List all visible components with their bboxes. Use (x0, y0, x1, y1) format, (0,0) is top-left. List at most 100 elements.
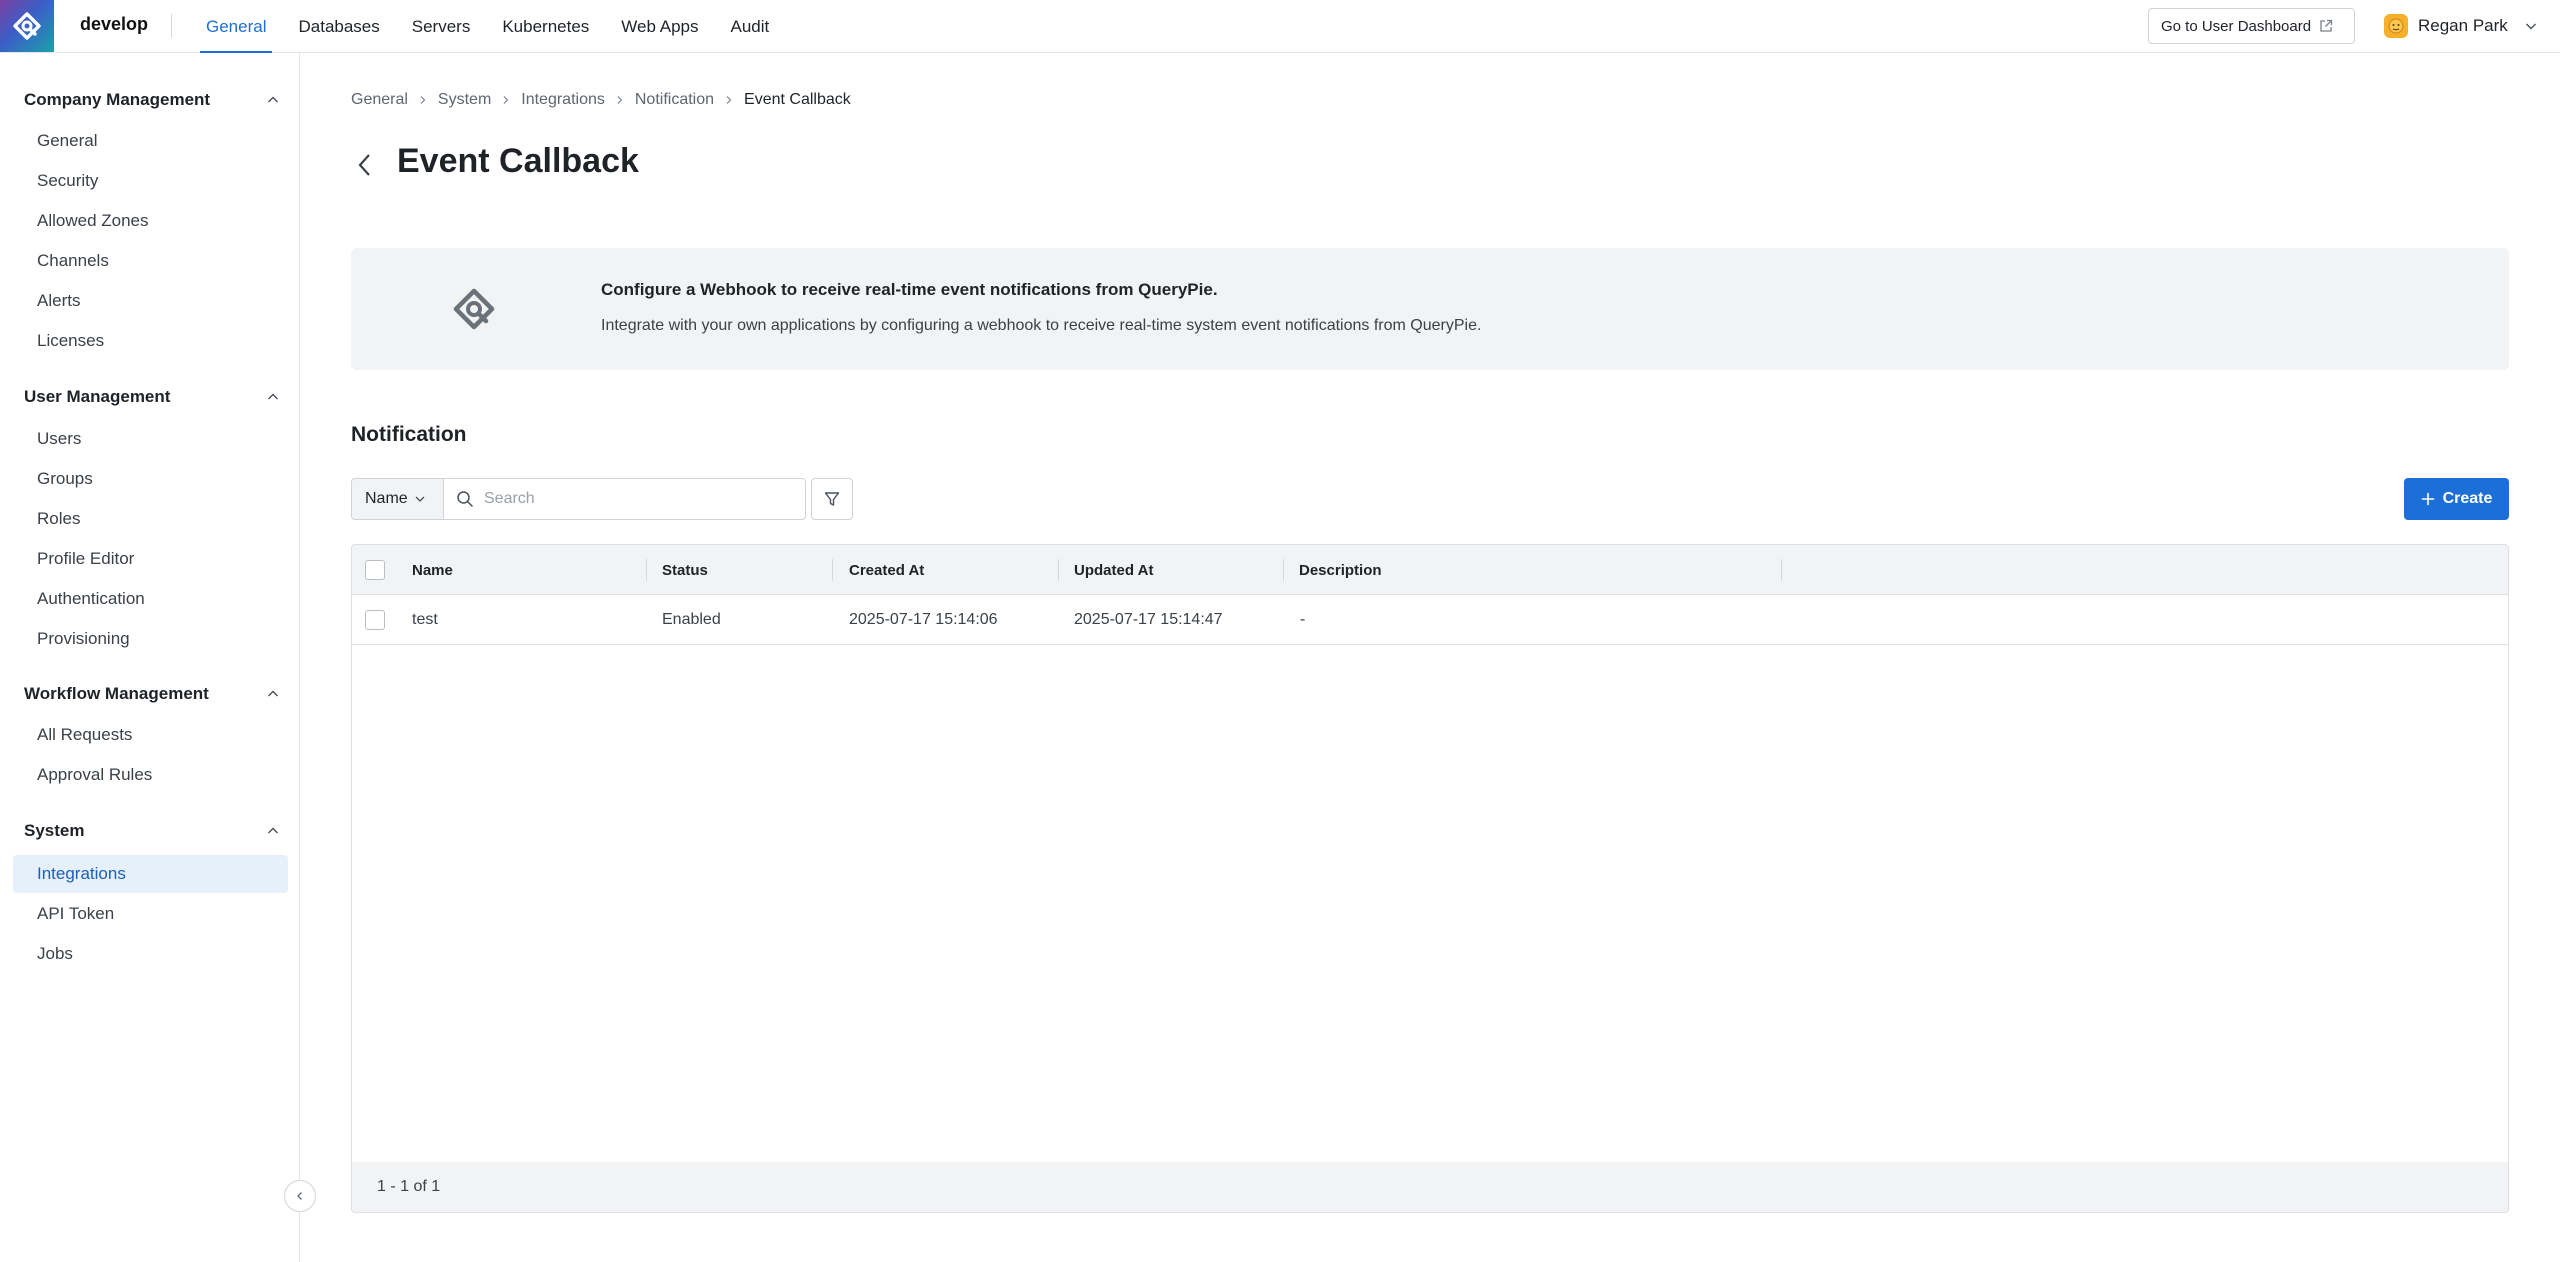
search-icon (457, 491, 473, 507)
search-input[interactable] (484, 490, 784, 508)
chevron-up-icon (268, 96, 278, 103)
sidebar-item-roles[interactable]: Roles (13, 500, 288, 538)
column-header-created-at[interactable]: Created At (849, 545, 924, 595)
chevron-right-icon (501, 95, 511, 105)
sidebar-item-jobs[interactable]: Jobs (13, 935, 288, 973)
sidebar-item-integrations[interactable]: Integrations (13, 855, 288, 893)
sidebar-item-api-token[interactable]: API Token (13, 895, 288, 933)
sidebar-item-groups[interactable]: Groups (13, 460, 288, 498)
nav-servers[interactable]: Servers (396, 0, 487, 53)
sidebar-item-channels[interactable]: Channels (13, 242, 288, 280)
breadcrumb-general[interactable]: General (351, 91, 408, 109)
column-divider[interactable] (646, 559, 647, 581)
emoji-face-icon (2388, 18, 2404, 34)
chevron-up-icon (268, 690, 278, 697)
column-header-name[interactable]: Name (412, 545, 453, 595)
sidebar-item-general[interactable]: General (13, 122, 288, 160)
section-title: User Management (24, 387, 171, 406)
chevron-up-icon (268, 827, 278, 834)
notification-section-title: Notification (351, 423, 467, 446)
section-title: Workflow Management (24, 684, 209, 703)
chevron-right-icon (418, 95, 428, 105)
external-link-icon (2320, 19, 2333, 32)
column-header-description[interactable]: Description (1299, 545, 1382, 595)
avatar (2384, 14, 2408, 38)
user-name: Regan Park (2418, 16, 2508, 35)
go-to-user-dashboard-button[interactable]: Go to User Dashboard (2148, 8, 2355, 44)
breadcrumb-integrations[interactable]: Integrations (521, 91, 605, 109)
nav-web-apps[interactable]: Web Apps (605, 0, 714, 53)
chevron-left-icon (297, 1192, 302, 1200)
column-divider[interactable] (1058, 559, 1059, 581)
notification-table: Name Status Created At Updated At Descri… (351, 544, 2509, 1213)
cell-created-at: 2025-07-17 15:14:06 (849, 611, 998, 628)
sidebar-item-security[interactable]: Security (13, 162, 288, 200)
banner-title: Configure a Webhook to receive real-time… (601, 280, 1218, 299)
breadcrumb-current: Event Callback (744, 91, 851, 108)
search-box (443, 478, 806, 520)
divider (171, 14, 172, 38)
chevron-down-icon (2525, 23, 2536, 30)
querypie-logo[interactable] (0, 0, 54, 52)
sidebar-section-workflow-management[interactable]: Workflow Management (24, 682, 280, 706)
sidebar-item-profile-editor[interactable]: Profile Editor (13, 540, 288, 578)
plus-icon (2421, 492, 2434, 506)
dashboard-button-label: Go to User Dashboard (2161, 17, 2312, 35)
sidebar-item-provisioning[interactable]: Provisioning (13, 620, 288, 658)
sidebar-item-alerts[interactable]: Alerts (13, 282, 288, 320)
chevron-right-icon (724, 95, 734, 105)
create-button[interactable]: Create (2404, 478, 2509, 520)
nav-kubernetes[interactable]: Kubernetes (486, 0, 605, 53)
info-banner: Configure a Webhook to receive real-time… (351, 248, 2509, 370)
sidebar-item-users[interactable]: Users (13, 420, 288, 458)
table-footer: 1 - 1 of 1 (352, 1162, 2508, 1212)
sidebar-item-all-requests[interactable]: All Requests (13, 716, 288, 754)
nav-audit[interactable]: Audit (714, 0, 785, 53)
table-row[interactable]: test Enabled 2025-07-17 15:14:06 2025-07… (352, 595, 2508, 645)
chevron-down-icon (415, 496, 425, 502)
create-button-label: Create (2442, 490, 2493, 507)
sidebar-item-authentication[interactable]: Authentication (13, 580, 288, 618)
breadcrumb: General System Integrations Notification… (351, 90, 851, 110)
breadcrumb-system[interactable]: System (438, 91, 491, 109)
workspace-name: develop (80, 14, 149, 34)
collapse-sidebar-button[interactable] (284, 1180, 316, 1212)
chevron-up-icon (268, 393, 278, 400)
nav-general[interactable]: General (190, 0, 282, 53)
main-nav: General Databases Servers Kubernetes Web… (190, 0, 785, 53)
column-header-updated-at[interactable]: Updated At (1074, 545, 1153, 595)
breadcrumb-notification[interactable]: Notification (635, 91, 714, 109)
filter-button[interactable] (811, 478, 853, 520)
sidebar-section-company-management[interactable]: Company Management (24, 88, 280, 112)
section-title: Company Management (24, 90, 211, 109)
search-field-value: Name (365, 490, 408, 507)
search-field-select[interactable]: Name (351, 478, 443, 520)
cell-name: test (412, 611, 438, 628)
chevron-left-icon (358, 154, 370, 176)
cell-description: - (1300, 611, 1306, 628)
back-button[interactable] (356, 150, 380, 180)
column-divider[interactable] (1781, 559, 1782, 581)
row-checkbox[interactable] (365, 610, 385, 630)
sidebar-section-user-management[interactable]: User Management (24, 385, 280, 409)
section-title: System (24, 821, 85, 840)
logo-icon (13, 12, 41, 40)
column-header-status[interactable]: Status (662, 545, 708, 595)
cell-updated-at: 2025-07-17 15:14:47 (1074, 611, 1223, 628)
column-divider[interactable] (1283, 559, 1284, 581)
sidebar-item-approval-rules[interactable]: Approval Rules (13, 756, 288, 794)
sidebar: Company Management General Security Allo… (0, 53, 300, 1262)
sidebar-item-licenses[interactable]: Licenses (13, 322, 288, 360)
querypie-logo-icon (453, 288, 495, 330)
column-divider[interactable] (832, 559, 833, 581)
select-all-checkbox[interactable] (365, 560, 385, 580)
user-menu[interactable]: Regan Park (2384, 12, 2538, 40)
nav-databases[interactable]: Databases (282, 0, 395, 53)
filter-icon (824, 492, 840, 506)
sidebar-item-allowed-zones[interactable]: Allowed Zones (13, 202, 288, 240)
page-title: Event Callback (397, 142, 639, 180)
top-bar: develop General Databases Servers Kubern… (0, 0, 2560, 53)
table-header: Name Status Created At Updated At Descri… (352, 545, 2508, 595)
pagination-summary: 1 - 1 of 1 (377, 1178, 441, 1195)
sidebar-section-system[interactable]: System (24, 819, 280, 843)
